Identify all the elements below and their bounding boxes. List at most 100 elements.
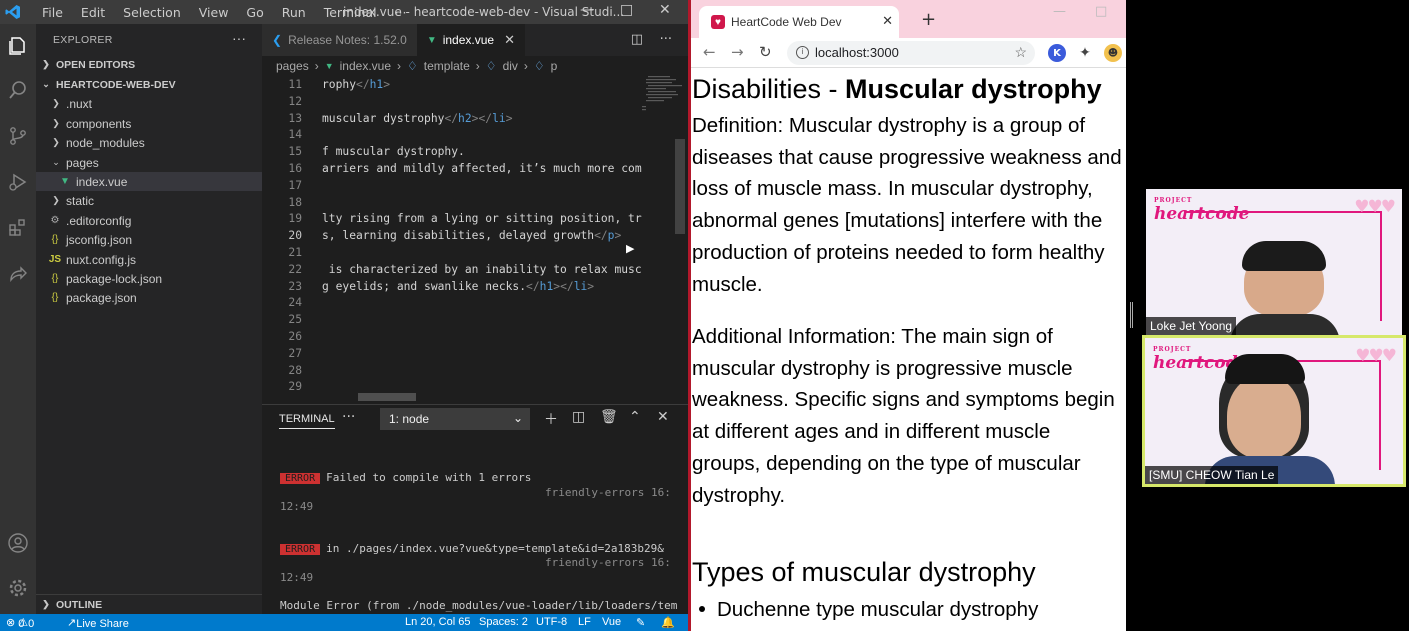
close-panel-icon[interactable]: ✕	[657, 409, 669, 425]
breadcrumb-item[interactable]: p	[551, 59, 558, 73]
tab-label: index.vue	[442, 33, 495, 47]
minimize-icon[interactable]: —	[1053, 4, 1066, 19]
tree-item-package-json[interactable]: {} package.json	[36, 288, 262, 307]
explorer-more-icon[interactable]: ···	[232, 30, 246, 46]
maximize-icon[interactable]: □	[620, 2, 633, 18]
close-tab-icon[interactable]: ✕	[882, 13, 893, 29]
panel-resize-handle[interactable]	[1130, 302, 1133, 328]
menu-go[interactable]: Go	[237, 5, 272, 20]
end-of-line[interactable]: LF	[578, 616, 591, 628]
k-extension-icon[interactable]: K	[1048, 44, 1066, 62]
browser-tab[interactable]: ♥ HeartCode Web Dev ✕	[699, 6, 899, 38]
explorer-icon[interactable]	[4, 32, 32, 60]
menu-selection[interactable]: Selection	[114, 5, 190, 20]
bookmark-star-icon[interactable]: ☆	[1014, 44, 1027, 61]
profile-avatar[interactable]: ☻	[1104, 44, 1122, 62]
vscode-logo-icon[interactable]	[2, 1, 24, 23]
reload-icon[interactable]: ↻	[759, 43, 772, 61]
code-line[interactable]: rophy</h1>	[322, 78, 390, 91]
extensions-icon[interactable]	[4, 214, 32, 242]
problems-indicator[interactable]: ⊗ 0 ⚠ 0	[6, 616, 34, 630]
tab-terminal[interactable]: TERMINAL	[279, 413, 335, 429]
code-line[interactable]: muscular dystrophy</h2></li>	[322, 112, 513, 125]
tree-item-node-modules[interactable]: ❯ node_modules	[36, 133, 262, 152]
menu-run[interactable]: Run	[273, 5, 315, 20]
menu-view[interactable]: View	[190, 5, 238, 20]
code-line[interactable]: g eyelids; and swanlike necks.</h1></li>	[322, 280, 594, 293]
live-share-status[interactable]: ↗ Live Share	[67, 616, 129, 630]
chevron-down-icon: ⌄	[512, 411, 523, 425]
close-tab-icon[interactable]: ✕	[504, 32, 515, 48]
breadcrumb-item[interactable]: template	[424, 59, 470, 73]
run-debug-icon[interactable]	[4, 168, 32, 196]
editor-more-icon[interactable]: ···	[660, 32, 672, 47]
horizontal-scrollbar[interactable]	[358, 393, 416, 401]
tree-item-pages[interactable]: ⌄ pages	[36, 153, 262, 172]
code-line[interactable]: s, learning disabilities, delayed growth…	[322, 229, 621, 242]
breadcrumb-item[interactable]: index.vue	[340, 59, 391, 73]
new-tab-icon[interactable]: +	[921, 9, 936, 30]
tree-item-nuxt[interactable]: ❯ .nuxt	[36, 94, 262, 113]
live-share-icon[interactable]	[4, 260, 32, 288]
indentation[interactable]: Spaces: 2	[479, 616, 528, 628]
open-editors-section[interactable]: ❯ OPEN EDITORS	[36, 55, 262, 74]
participant-tile-2[interactable]: PROJECT heartcode ♥♥♥ [SMU] CHEOW Tian Le	[1142, 335, 1406, 487]
code-editor[interactable]: 11 rophy</h1> 12 13 muscular dystrophy</h2><…	[262, 78, 642, 398]
extensions-puzzle-icon[interactable]: ✦	[1076, 44, 1094, 62]
menu-file[interactable]: File	[33, 5, 72, 20]
feedback-icon[interactable]: ✎	[636, 616, 645, 629]
line-number: 28	[288, 363, 302, 377]
search-icon[interactable]	[4, 76, 32, 104]
project-folder[interactable]: ⌄ HEARTCODE-WEB-DEV	[36, 75, 262, 94]
site-info-icon[interactable]: i	[796, 46, 809, 59]
encoding[interactable]: UTF-8	[536, 616, 567, 628]
breadcrumb-item[interactable]: div	[503, 59, 518, 73]
accounts-icon[interactable]	[4, 529, 32, 557]
tree-item-static[interactable]: ❯ static	[36, 191, 262, 210]
new-terminal-icon[interactable]: ＋	[544, 409, 558, 429]
tree-item-index-vue[interactable]: ▼ index.vue	[36, 172, 262, 191]
tree-item-editorconfig[interactable]: ⚙ .editorconfig	[36, 211, 262, 230]
vertical-scrollbar[interactable]	[675, 139, 685, 234]
address-bar[interactable]: i localhost:3000 ☆	[787, 41, 1035, 65]
tree-item-package-lock[interactable]: {} package-lock.json	[36, 269, 262, 288]
cursor-position[interactable]: Ln 20, Col 65	[405, 616, 470, 628]
tab-release-notes[interactable]: ❮ Release Notes: 1.52.0	[262, 24, 417, 56]
breadcrumb-item[interactable]: pages	[276, 59, 309, 73]
terminal-text: Failed to compile with 1 errors	[326, 471, 532, 484]
terminal-line: ERROR Failed to compile with 1 errors	[280, 471, 531, 484]
menu-edit[interactable]: Edit	[72, 5, 114, 20]
terminal-time: 12:49	[280, 500, 314, 513]
code-line[interactable]: arriers and mildly affected, it’s much m…	[322, 162, 642, 175]
notifications-bell-icon[interactable]: 🔔	[661, 616, 675, 629]
minimize-icon[interactable]: —	[580, 2, 594, 18]
panel-more-icon[interactable]: ···	[342, 409, 355, 425]
tree-item-label: pages	[66, 155, 99, 170]
trash-icon[interactable]: 🗑	[600, 409, 618, 425]
language-mode[interactable]: Vue	[602, 616, 621, 628]
participant-tile-1[interactable]: PROJECT heartcode ♥♥♥ Loke Jet Yoong	[1146, 189, 1402, 335]
minimap[interactable]	[640, 76, 688, 404]
hearts-icon: ♥♥♥	[1354, 197, 1396, 217]
manage-gear-icon[interactable]	[4, 574, 32, 602]
hearts-icon: ♥♥♥	[1355, 346, 1397, 366]
split-editor-icon[interactable]: ◫	[631, 32, 643, 47]
gear-file-icon: ⚙	[50, 215, 60, 226]
tree-item-components[interactable]: ❯ components	[36, 114, 262, 133]
split-terminal-icon[interactable]: ◫	[572, 409, 585, 425]
terminal-select[interactable]: 1: node ⌄	[380, 408, 530, 430]
tree-item-nuxt-config[interactable]: JS nuxt.config.js	[36, 250, 262, 269]
close-window-icon[interactable]: ✕	[659, 2, 671, 18]
back-arrow-icon[interactable]: ←	[703, 43, 716, 61]
tab-index-vue[interactable]: ▼ index.vue ✕	[416, 24, 525, 56]
source-control-icon[interactable]	[4, 122, 32, 150]
maximize-panel-icon[interactable]: ⌃	[629, 409, 641, 425]
maximize-icon[interactable]: □	[1095, 4, 1107, 19]
code-line[interactable]: lty rising from a lying or sitting posit…	[322, 212, 642, 225]
forward-arrow-icon[interactable]: →	[731, 43, 744, 61]
code-line[interactable]: f muscular dystrophy.	[322, 145, 465, 158]
outline-section[interactable]: ❯ OUTLINE	[36, 594, 262, 614]
activity-bar	[0, 24, 36, 614]
code-line[interactable]: is characterized by an inability to rela…	[322, 263, 642, 276]
tree-item-jsconfig[interactable]: {} jsconfig.json	[36, 230, 262, 249]
